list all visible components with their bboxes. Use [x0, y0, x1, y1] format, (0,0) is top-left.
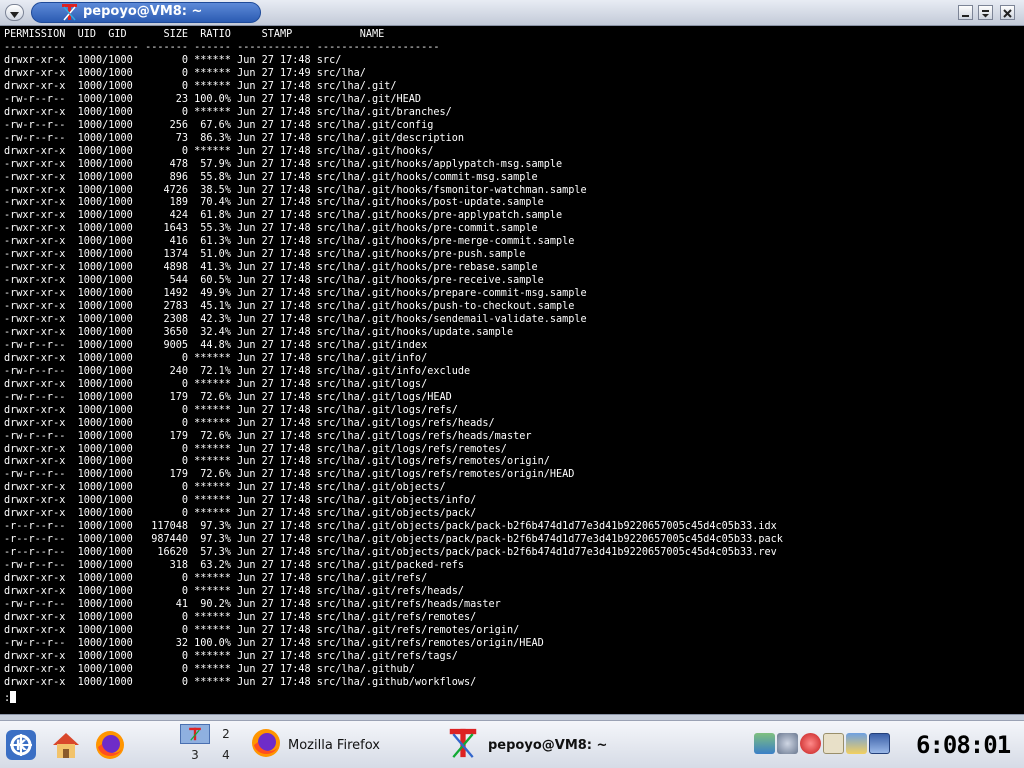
listing-row: -rw-r--r-- 1000/1000 256 67.6% Jun 27 17… — [4, 119, 434, 131]
listing-row: -rwxr-xr-x 1000/1000 544 60.5% Jun 27 17… — [4, 275, 544, 287]
terminal-app-icon — [61, 3, 78, 21]
listing-row: drwxr-xr-x 1000/1000 0 ****** Jun 27 17:… — [4, 676, 477, 688]
listing-row: -rw-r--r-- 1000/1000 318 63.2% Jun 27 17… — [4, 560, 465, 571]
listing-row: drwxr-xr-x 1000/1000 0 ****** Jun 27 17:… — [4, 663, 415, 675]
task-terminal[interactable]: pepoyo@VM8: ~ — [448, 725, 738, 765]
listing-row: -rwxr-xr-x 1000/1000 189 70.4% Jun 27 17… — [4, 197, 544, 209]
settings-icon[interactable] — [777, 733, 798, 754]
maximize-button[interactable] — [978, 5, 993, 20]
pager-prompt[interactable]: : — [4, 690, 17, 704]
terminal-icon — [189, 727, 201, 741]
desktop-pager: 2 3 4 — [180, 724, 242, 766]
desktop-1[interactable] — [180, 724, 210, 744]
terminal-output[interactable]: PERMISSION UID GID SIZE RATIO STAMP NAME… — [0, 26, 1024, 714]
listing-row: drwxr-xr-x 1000/1000 0 ****** Jun 27 17:… — [4, 573, 428, 584]
listing-row: -rw-r--r-- 1000/1000 9005 44.8% Jun 27 1… — [4, 339, 428, 351]
task-label: pepoyo@VM8: ~ — [488, 737, 608, 753]
listing-row: drwxr-xr-x 1000/1000 0 ****** Jun 27 17:… — [4, 145, 434, 157]
listing-row: -rw-r--r-- 1000/1000 73 86.3% Jun 27 17:… — [4, 132, 465, 144]
listing-row: -rwxr-xr-x 1000/1000 1643 55.3% Jun 27 1… — [4, 223, 538, 235]
listing-row: drwxr-xr-x 1000/1000 0 ****** Jun 27 17:… — [4, 80, 397, 92]
task-firefox[interactable]: Mozilla Firefox — [250, 725, 440, 765]
listing-row: -rw-r--r-- 1000/1000 41 90.2% Jun 27 17:… — [4, 598, 501, 610]
close-button[interactable] — [1000, 5, 1015, 20]
firefox-icon — [250, 727, 282, 763]
minimize-button[interactable] — [958, 5, 973, 20]
listing-row: -rwxr-xr-x 1000/1000 3650 32.4% Jun 27 1… — [4, 326, 514, 338]
listing-row: drwxr-xr-x 1000/1000 0 ****** Jun 27 17:… — [4, 456, 550, 468]
firefox-icon — [94, 731, 126, 765]
listing-row: drwxr-xr-x 1000/1000 0 ****** Jun 27 17:… — [4, 68, 366, 79]
listing-row: -rwxr-xr-x 1000/1000 478 57.9% Jun 27 17… — [4, 158, 563, 170]
window-menu-button[interactable] — [5, 4, 24, 21]
listing-row: -r--r--r-- 1000/1000 117048 97.3% Jun 27… — [4, 521, 777, 533]
text-cursor — [10, 690, 17, 703]
desktop-3[interactable]: 3 — [180, 745, 210, 765]
firefox-launcher[interactable] — [94, 729, 126, 761]
close-icon — [1003, 3, 1012, 22]
kde-menu-button[interactable]: K — [5, 729, 37, 761]
listing-row: drwxr-xr-x 1000/1000 0 ****** Jun 27 17:… — [4, 443, 507, 455]
listing-row: drwxr-xr-x 1000/1000 0 ****** Jun 27 17:… — [4, 352, 428, 364]
taskbar: K 2 3 4 Mozilla Firefox pepoyo@VM8: ~ 6:… — [0, 720, 1024, 768]
listing-row: -rw-r--r-- 1000/1000 240 72.1% Jun 27 17… — [4, 365, 471, 377]
klipper-icon[interactable] — [823, 733, 844, 754]
listing-row: drwxr-xr-x 1000/1000 0 ****** Jun 27 17:… — [4, 611, 477, 623]
terminal-icon — [448, 727, 478, 763]
listing-row: drwxr-xr-x 1000/1000 0 ****** Jun 27 17:… — [4, 508, 477, 520]
maximize-icon — [981, 3, 990, 22]
listing-row: -rwxr-xr-x 1000/1000 4726 38.5% Jun 27 1… — [4, 184, 587, 196]
listing-row: drwxr-xr-x 1000/1000 0 ****** Jun 27 17:… — [4, 585, 465, 597]
listing-row: -rwxr-xr-x 1000/1000 896 55.8% Jun 27 17… — [4, 171, 538, 183]
listing-row: -rwxr-xr-x 1000/1000 424 61.8% Jun 27 17… — [4, 210, 563, 222]
listing-row: drwxr-xr-x 1000/1000 0 ****** Jun 27 17:… — [4, 624, 520, 636]
listing-row: drwxr-xr-x 1000/1000 0 ****** Jun 27 17:… — [4, 417, 495, 429]
listing-row: drwxr-xr-x 1000/1000 0 ****** Jun 27 17:… — [4, 495, 477, 507]
network-icon[interactable] — [754, 733, 775, 754]
desktop-2[interactable]: 2 — [211, 724, 241, 744]
clock[interactable]: 6:08:01 — [916, 725, 1020, 765]
listing-row: -rw-r--r-- 1000/1000 179 72.6% Jun 27 17… — [4, 430, 532, 442]
listing-row: drwxr-xr-x 1000/1000 0 ****** Jun 27 17:… — [4, 378, 428, 390]
listing-row: -rwxr-xr-x 1000/1000 1374 51.0% Jun 27 1… — [4, 249, 526, 261]
kde-menu-icon: K — [5, 730, 37, 765]
listing-row: -rwxr-xr-x 1000/1000 416 61.3% Jun 27 17… — [4, 236, 575, 248]
listing-row: drwxr-xr-x 1000/1000 0 ****** Jun 27 17:… — [4, 55, 342, 66]
window-title: pepoyo@VM8: ~ — [83, 4, 203, 19]
listing-row: -rw-r--r-- 1000/1000 179 72.6% Jun 27 17… — [4, 391, 452, 403]
listing-row: drwxr-xr-x 1000/1000 0 ****** Jun 27 17:… — [4, 650, 458, 662]
chevron-down-icon — [10, 3, 19, 22]
stop-icon[interactable] — [800, 733, 821, 754]
listing-row: -rwxr-xr-x 1000/1000 4898 41.3% Jun 27 1… — [4, 262, 538, 274]
monitor-icon[interactable] — [869, 733, 890, 754]
listing-row: -rwxr-xr-x 1000/1000 2308 42.3% Jun 27 1… — [4, 314, 587, 325]
listing-row: -r--r--r-- 1000/1000 16620 57.3% Jun 27 … — [4, 547, 777, 559]
home-icon — [50, 733, 82, 765]
listing-row: -rwxr-xr-x 1000/1000 1492 49.9% Jun 27 1… — [4, 288, 587, 300]
listing-row: -rw-r--r-- 1000/1000 32 100.0% Jun 27 17… — [4, 637, 544, 649]
system-tray — [754, 733, 890, 755]
window-titlebar[interactable]: pepoyo@VM8: ~ — [0, 0, 1024, 26]
listing-header: PERMISSION UID GID SIZE RATIO STAMP NAME — [4, 29, 385, 40]
listing-row: -rw-r--r-- 1000/1000 179 72.6% Jun 27 17… — [4, 469, 575, 481]
display-icon[interactable] — [846, 733, 867, 754]
task-label: Mozilla Firefox — [288, 737, 380, 753]
listing-row: drwxr-xr-x 1000/1000 0 ****** Jun 27 17:… — [4, 106, 452, 118]
listing-row: drwxr-xr-x 1000/1000 0 ****** Jun 27 17:… — [4, 482, 446, 494]
home-launcher[interactable] — [50, 729, 82, 761]
desktop-4[interactable]: 4 — [211, 745, 241, 765]
listing-row: -rw-r--r-- 1000/1000 23 100.0% Jun 27 17… — [4, 93, 422, 105]
minimize-icon — [961, 3, 970, 22]
listing-row: drwxr-xr-x 1000/1000 0 ****** Jun 27 17:… — [4, 404, 458, 416]
listing-row: -rwxr-xr-x 1000/1000 2783 45.1% Jun 27 1… — [4, 301, 575, 312]
svg-text:K: K — [16, 738, 28, 754]
listing-separator: ---------- ----------- ------- ------ --… — [4, 42, 440, 53]
listing-row: -r--r--r-- 1000/1000 987440 97.3% Jun 27… — [4, 534, 783, 546]
